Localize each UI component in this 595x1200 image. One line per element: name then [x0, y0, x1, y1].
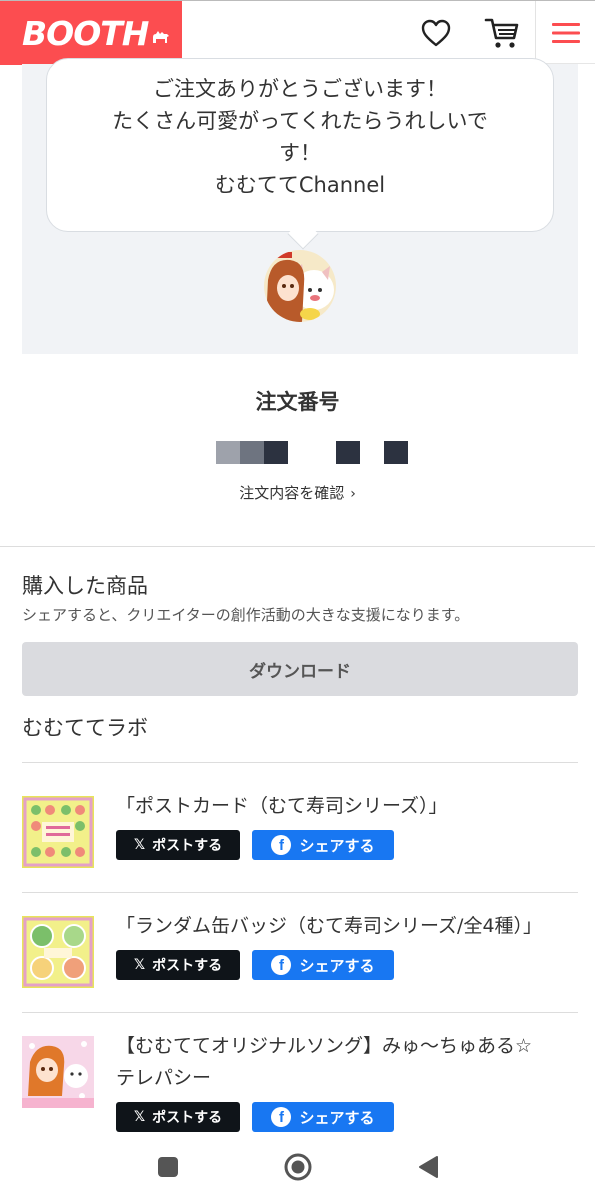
x-logo-icon: 𝕏: [133, 837, 146, 853]
download-button[interactable]: ダウンロード: [22, 642, 578, 696]
redaction-block: [264, 441, 288, 464]
heart-icon: [421, 19, 451, 47]
x-post-label: ポストする: [152, 838, 223, 854]
logo-text: BOOTH: [22, 13, 149, 53]
product-title[interactable]: 「ランダム缶バッジ（むて寿司シリーズ/全4種）」: [116, 910, 542, 942]
x-logo-icon: 𝕏: [133, 957, 146, 973]
redaction-block: [336, 441, 360, 464]
facebook-share-label: シェアする: [299, 836, 375, 855]
facebook-icon: f: [271, 955, 292, 975]
home-icon: [284, 1153, 312, 1181]
view-order-label: 注文内容を確認: [239, 484, 345, 502]
x-post-label: ポストする: [152, 958, 223, 974]
shop-avatar[interactable]: [264, 250, 336, 322]
thanks-line: す！: [279, 141, 321, 165]
product-thumbnail[interactable]: [22, 916, 94, 988]
booth-logo[interactable]: BOOTH: [0, 1, 182, 65]
product-thumbnail[interactable]: [22, 1036, 94, 1108]
facebook-share-button[interactable]: f シェアする: [252, 830, 394, 860]
menu-icon: [551, 23, 580, 43]
app-header: BOOTH: [0, 0, 595, 65]
camel-logo-icon: [153, 31, 170, 43]
recent-apps-icon: [158, 1157, 178, 1177]
facebook-icon: f: [271, 835, 292, 855]
redaction-block: [384, 441, 408, 464]
x-post-button[interactable]: 𝕏 ポストする: [116, 1102, 240, 1132]
cart-button[interactable]: [478, 1, 526, 65]
thanks-line: たくさん可愛がってくれたらうれしいで: [112, 109, 488, 133]
x-post-label: ポストする: [152, 1110, 223, 1126]
facebook-share-button[interactable]: f シェアする: [252, 950, 394, 980]
list-divider: [22, 762, 578, 763]
product-title[interactable]: 【むむててオリジナルソング】みゅ〜ちゅある☆: [116, 1030, 532, 1062]
list-divider: [22, 1012, 578, 1013]
back-button[interactable]: [411, 1150, 445, 1184]
thanks-signature: むむててChannel: [214, 173, 386, 197]
list-divider: [22, 892, 578, 893]
facebook-share-button[interactable]: f シェアする: [252, 1102, 394, 1132]
x-post-button[interactable]: 𝕏 ポストする: [116, 830, 240, 860]
facebook-share-label: シェアする: [299, 1108, 375, 1127]
recent-apps-button[interactable]: [151, 1150, 185, 1184]
view-order-link[interactable]: 注文内容を確認 ›: [0, 482, 595, 503]
cart-icon: [484, 18, 519, 48]
purchased-subtitle: シェアすると、クリエイターの創作活動の大きな支援になります。: [22, 606, 470, 624]
x-post-button[interactable]: 𝕏 ポストする: [116, 950, 240, 980]
share-buttons: 𝕏 ポストする f シェアする: [116, 830, 394, 860]
menu-button[interactable]: [535, 1, 595, 65]
thanks-panel: ご注文ありがとうございます！ たくさん可愛がってくれたらうれしいで す！ むむて…: [22, 58, 578, 354]
product-title-continued[interactable]: テレパシー: [116, 1062, 211, 1094]
thanks-message-bubble: ご注文ありがとうございます！ たくさん可愛がってくれたらうれしいで す！ むむて…: [46, 58, 554, 232]
chevron-right-icon: ›: [350, 486, 356, 502]
order-number-redacted: [216, 441, 416, 464]
back-triangle-icon: [419, 1156, 438, 1178]
thanks-line: ご注文ありがとうございます！: [153, 77, 447, 101]
share-buttons: 𝕏 ポストする f シェアする: [116, 1102, 394, 1132]
redaction-block: [240, 441, 264, 464]
facebook-share-label: シェアする: [299, 956, 375, 975]
purchased-title: 購入した商品: [22, 574, 148, 598]
order-number-title: 注文番号: [255, 390, 340, 414]
section-divider: [0, 546, 595, 547]
product-thumbnail[interactable]: [22, 796, 94, 868]
system-navigation-bar: [0, 1134, 595, 1200]
product-title[interactable]: 「ポストカード（むて寿司シリーズ）」: [116, 790, 448, 822]
facebook-icon: f: [271, 1107, 292, 1127]
favorites-button[interactable]: [412, 1, 460, 65]
shop-name[interactable]: むむててラボ: [22, 712, 148, 742]
redaction-block: [216, 441, 240, 464]
home-button[interactable]: [281, 1150, 315, 1184]
share-buttons: 𝕏 ポストする f シェアする: [116, 950, 394, 980]
x-logo-icon: 𝕏: [133, 1109, 146, 1125]
